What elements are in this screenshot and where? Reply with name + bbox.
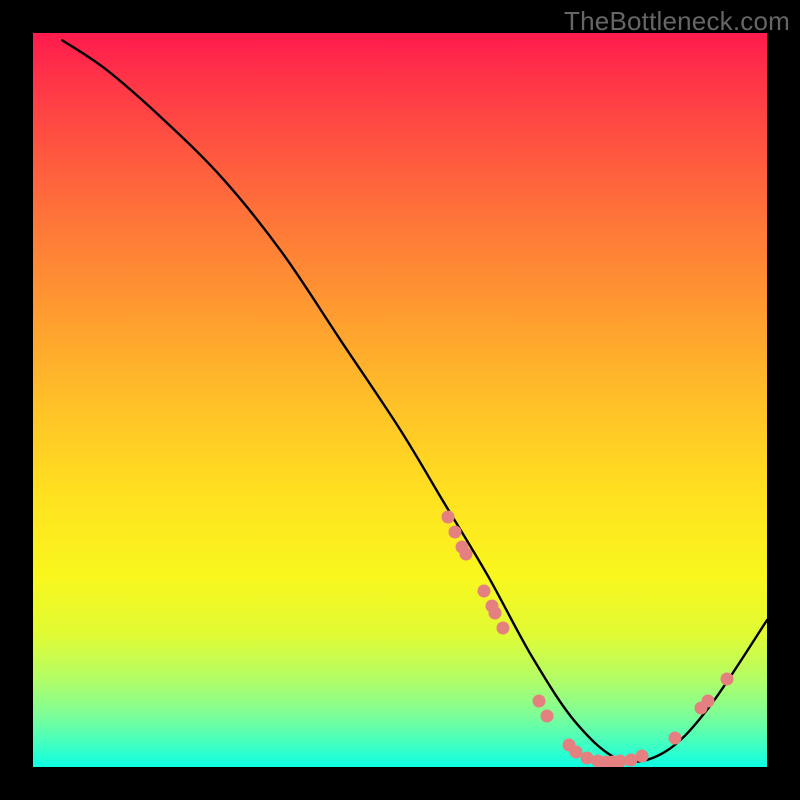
plot-area	[33, 33, 767, 767]
data-point-marker	[489, 606, 502, 619]
data-point-marker	[441, 511, 454, 524]
curve-layer	[33, 33, 767, 767]
data-point-marker	[669, 731, 682, 744]
data-point-marker	[460, 548, 473, 561]
data-point-marker	[496, 621, 509, 634]
data-point-marker	[533, 694, 546, 707]
watermark-text: TheBottleneck.com	[564, 6, 790, 37]
data-point-marker	[449, 526, 462, 539]
bottleneck-curve-path	[62, 40, 767, 762]
data-point-marker	[720, 672, 733, 685]
data-point-marker	[540, 709, 553, 722]
data-point-marker	[478, 584, 491, 597]
data-point-marker	[702, 694, 715, 707]
data-point-marker	[636, 749, 649, 762]
